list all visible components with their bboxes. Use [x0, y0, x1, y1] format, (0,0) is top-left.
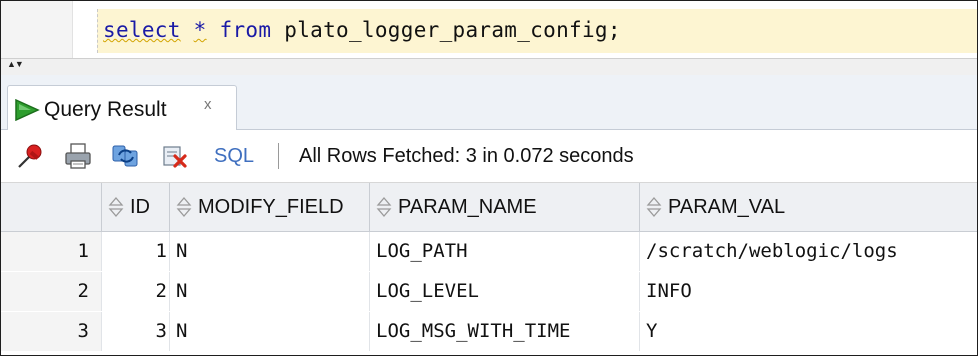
cell-modify-field[interactable]: N — [169, 232, 369, 271]
query-window: select * from plato_logger_param_config;… — [0, 0, 978, 356]
cell-param-val[interactable]: Y — [639, 312, 977, 351]
collapse-arrows-icon[interactable]: ▲▼ — [7, 60, 24, 69]
refresh-icon[interactable] — [111, 142, 141, 170]
pane-splitter[interactable]: ▲▼ — [1, 58, 977, 76]
sort-icon[interactable] — [176, 197, 192, 217]
column-label: ID — [130, 196, 150, 218]
column-header-param-val[interactable]: PARAM_VAL — [639, 183, 977, 231]
result-tab-bar: Query Result x — [1, 75, 977, 130]
table-row[interactable]: 2 2 N LOG_LEVEL INFO — [1, 272, 977, 311]
column-label: PARAM_NAME — [398, 196, 537, 218]
cell-param-val[interactable]: INFO — [639, 272, 977, 311]
row-number: 1 — [1, 232, 101, 271]
sql-star: * — [193, 18, 207, 42]
sort-icon[interactable] — [646, 197, 662, 217]
editor-gutter — [1, 1, 73, 58]
cell-param-name[interactable]: LOG_PATH — [369, 232, 639, 271]
pin-icon[interactable] — [15, 142, 45, 170]
play-triangle-icon — [15, 99, 40, 121]
column-header-modify-field[interactable]: MODIFY_FIELD — [169, 183, 369, 231]
cell-modify-field[interactable]: N — [169, 312, 369, 351]
row-number: 2 — [1, 272, 101, 311]
sort-icon[interactable] — [376, 197, 392, 217]
tab-label: Query Result — [44, 98, 167, 121]
tab-query-result[interactable]: Query Result x — [7, 85, 237, 130]
export-icon[interactable] — [161, 142, 191, 170]
cell-id[interactable]: 1 — [101, 232, 169, 271]
print-icon[interactable] — [63, 142, 93, 170]
close-icon[interactable]: x — [204, 96, 212, 113]
sql-keyword-from: from — [219, 18, 272, 42]
row-number: 3 — [1, 312, 101, 351]
cell-id[interactable]: 3 — [101, 312, 169, 351]
sql-statement[interactable]: select * from plato_logger_param_config; — [103, 18, 621, 42]
cell-param-val[interactable]: /scratch/weblogic/logs — [639, 232, 977, 271]
column-header-param-name[interactable]: PARAM_NAME — [369, 183, 639, 231]
cell-param-name[interactable]: LOG_MSG_WITH_TIME — [369, 312, 639, 351]
sql-editor[interactable]: select * from plato_logger_param_config; — [1, 1, 977, 58]
fetch-status: All Rows Fetched: 3 in 0.072 seconds — [299, 145, 634, 167]
sql-keyword-select: select — [103, 18, 181, 42]
cell-modify-field[interactable]: N — [169, 272, 369, 311]
column-label: PARAM_VAL — [668, 196, 786, 218]
column-label: MODIFY_FIELD — [198, 196, 344, 218]
toolbar-separator — [278, 143, 279, 169]
result-toolbar: SQL All Rows Fetched: 3 in 0.072 seconds — [1, 130, 977, 183]
sort-icon[interactable] — [108, 197, 124, 217]
cell-param-name[interactable]: LOG_LEVEL — [369, 272, 639, 311]
cell-id[interactable]: 2 — [101, 272, 169, 311]
column-header-id[interactable]: ID — [101, 183, 169, 231]
table-header: ID MODIFY_FIELD PARAM_NAME PARAM_VAL — [1, 183, 977, 232]
sql-table-name: plato_logger_param_config; — [284, 18, 621, 42]
table-row[interactable]: 3 3 N LOG_MSG_WITH_TIME Y — [1, 312, 977, 351]
table-row[interactable]: 1 1 N LOG_PATH /scratch/weblogic/logs — [1, 232, 977, 271]
sql-button[interactable]: SQL — [214, 145, 254, 168]
